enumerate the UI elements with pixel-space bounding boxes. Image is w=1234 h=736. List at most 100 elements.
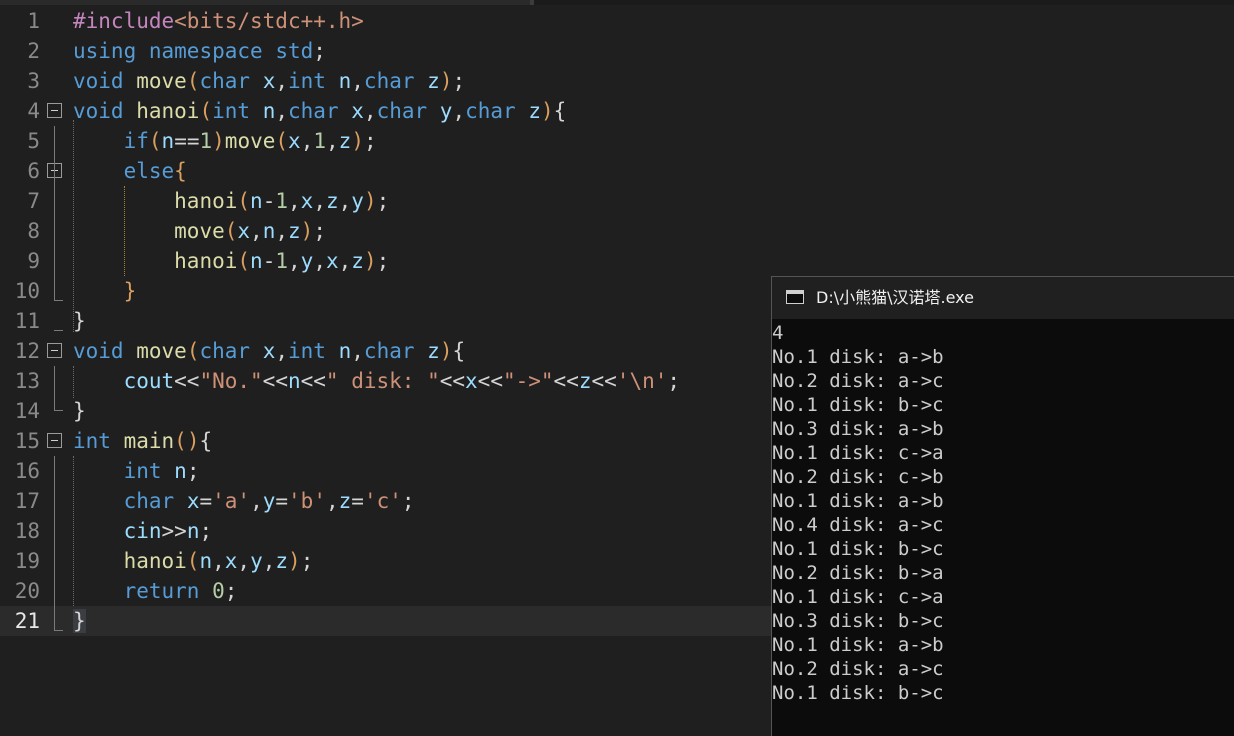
code-token: == — [174, 129, 200, 153]
code-token: () — [174, 429, 200, 453]
code-token: ) — [363, 249, 377, 273]
code-text[interactable]: return 0; — [73, 576, 238, 606]
code-token: void — [73, 339, 124, 363]
code-token: if — [123, 129, 149, 153]
code-token: , — [452, 99, 466, 123]
code-token: z — [351, 249, 364, 273]
fold-toggle-icon[interactable] — [47, 433, 62, 448]
code-text[interactable]: } — [73, 606, 86, 636]
code-token: { — [553, 99, 567, 123]
code-token: y — [439, 99, 453, 123]
code-text[interactable]: char x='a',y='b',z='c'; — [73, 486, 415, 516]
code-token: { — [199, 429, 213, 453]
code-token: using — [73, 39, 137, 63]
code-token: ) — [541, 99, 554, 123]
code-token: } — [73, 309, 86, 333]
code-line[interactable]: 2 using namespace std; — [0, 36, 1234, 66]
code-token: 1 — [313, 129, 326, 153]
line-number: 12 — [14, 339, 40, 363]
console-titlebar[interactable]: D:\小熊猫\汉诺塔.exe — [772, 277, 1234, 319]
code-token: << — [174, 369, 200, 393]
code-token: ( — [275, 129, 289, 153]
code-token: ) — [351, 129, 364, 153]
code-token: move — [224, 129, 276, 153]
code-text[interactable]: hanoi(n-1,y,x,z); — [73, 246, 389, 276]
code-text[interactable]: else{ — [73, 156, 187, 186]
code-text[interactable]: move(x,n,z); — [73, 216, 326, 246]
code-line[interactable]: 9 hanoi(n-1,y,x,z); — [0, 246, 1234, 276]
code-text[interactable]: cout<<"No."<<n<<" disk: "<<x<<"->"<<z<<'… — [73, 366, 680, 396]
code-text[interactable]: #include<bits/stdc++.h> — [73, 6, 364, 36]
code-line[interactable]: 7 hanoi(n-1,x,z,y); — [0, 186, 1234, 216]
code-token: z — [338, 129, 352, 153]
code-text[interactable]: void hanoi(int n,char x,char y,char z){ — [73, 96, 566, 126]
console-output-line: No.1 disk: a->b — [772, 634, 944, 656]
line-number: 8 — [27, 219, 40, 243]
code-token: x — [224, 549, 238, 573]
fold-toggle-icon[interactable] — [47, 103, 62, 118]
code-token: n — [287, 369, 301, 393]
code-text[interactable]: } — [73, 306, 86, 336]
code-token: n — [186, 519, 200, 543]
code-token: { — [452, 339, 466, 363]
line-number: 17 — [14, 489, 40, 513]
fold-guide-end — [54, 330, 63, 331]
code-token: ) — [439, 339, 453, 363]
fold-toggle-icon[interactable] — [47, 343, 62, 358]
line-number: 6 — [27, 159, 40, 183]
console-output-line: No.1 disk: b->c — [772, 394, 944, 416]
code-token: , — [250, 489, 263, 513]
code-text[interactable]: int n; — [73, 456, 200, 486]
code-token: - — [262, 249, 276, 273]
code-token: x — [237, 219, 251, 243]
code-token: x — [300, 189, 314, 213]
code-text[interactable]: hanoi(n-1,x,z,y); — [73, 186, 389, 216]
line-number: 20 — [14, 579, 40, 603]
code-text[interactable]: void move(char x,int n,char z){ — [73, 336, 465, 366]
code-text[interactable]: void move(char x,int n,char z); — [73, 66, 465, 96]
line-number: 21 — [14, 609, 40, 633]
line-number: 19 — [14, 549, 40, 573]
fold-guide-end — [54, 300, 63, 301]
console-output-line: No.2 disk: a->c — [772, 658, 944, 680]
code-token: << — [439, 369, 466, 393]
code-text[interactable]: cin>>n; — [73, 516, 213, 546]
code-line[interactable]: 8 move(x,n,z); — [0, 216, 1234, 246]
code-token: n — [262, 99, 276, 123]
code-text[interactable]: hanoi(n,x,y,z); — [73, 546, 314, 576]
console-window[interactable]: D:\小熊猫\汉诺塔.exe 4 No.1 disk: a->b No.2 disk… — [771, 276, 1234, 736]
code-token: move — [136, 339, 187, 363]
code-token: z — [338, 489, 352, 513]
code-line[interactable]: 5 if(n==1)move(x,1,z); — [0, 126, 1234, 156]
code-token: , — [351, 339, 364, 363]
code-token: , — [313, 189, 326, 213]
code-token: x — [465, 369, 478, 393]
code-text[interactable]: int main(){ — [73, 426, 212, 456]
code-token: , — [212, 549, 225, 573]
code-text[interactable]: if(n==1)move(x,1,z); — [73, 126, 377, 156]
code-line[interactable]: 3 void move(char x,int n,char z); — [0, 66, 1234, 96]
code-line[interactable]: 1 #include<bits/stdc++.h> — [0, 6, 1234, 36]
code-token: hanoi — [136, 99, 200, 123]
code-text[interactable]: } — [73, 276, 137, 306]
code-token: ( — [199, 99, 213, 123]
code-text[interactable]: using namespace std; — [73, 36, 326, 66]
code-token: hanoi — [123, 549, 187, 573]
code-text[interactable]: } — [73, 396, 86, 426]
line-number: 15 — [14, 429, 40, 453]
code-token: , — [325, 489, 339, 513]
line-number: 13 — [14, 369, 40, 393]
code-token: 'a' — [212, 489, 251, 513]
console-output-line: No.4 disk: a->c — [772, 514, 944, 536]
code-token: z — [427, 339, 440, 363]
code-line[interactable]: 4 void hanoi(int n,char x,char y,char z){ — [0, 96, 1234, 126]
code-line[interactable]: 6 else{ — [0, 156, 1234, 186]
